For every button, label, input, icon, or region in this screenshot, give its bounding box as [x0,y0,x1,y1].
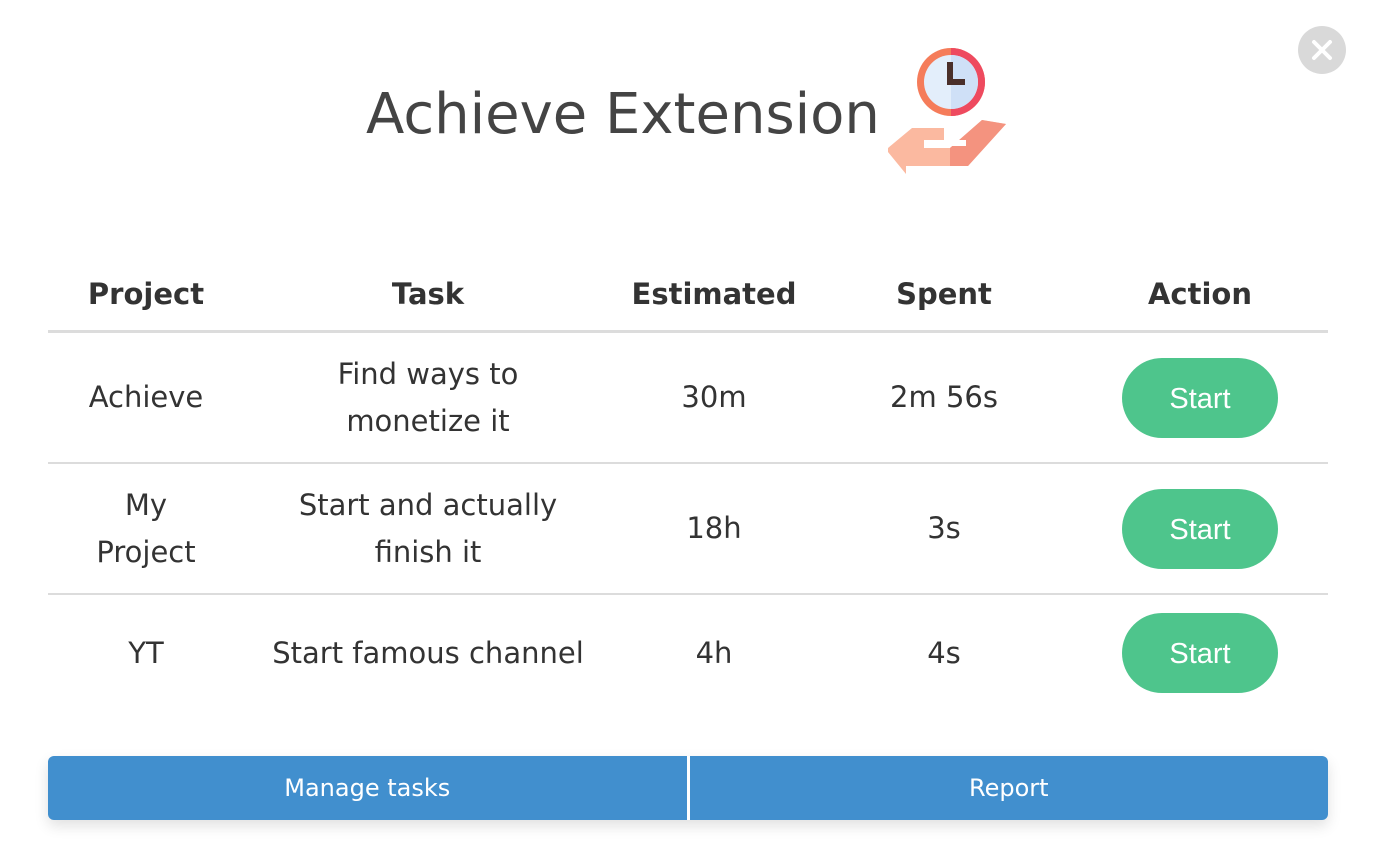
project-text: My Project [96,487,196,569]
header-spent: Spent [816,258,1072,333]
spent-cell: 4s [927,635,961,670]
action-cell: Start [1072,463,1328,595]
tasks-table: Project Task Estimated Spent Action Achi… [48,258,1328,711]
project-cell: My Project [48,463,244,595]
start-button[interactable]: Start [1122,613,1278,693]
table-row: My Project Start and actually finish it … [48,463,1328,595]
task-cell: Start famous channel [272,635,584,670]
project-cell: Achieve [48,331,244,464]
action-cell: Start [1072,331,1328,464]
header-project: Project [48,258,244,333]
action-cell: Start [1072,594,1328,711]
table-header-row: Project Task Estimated Spent Action [48,258,1328,333]
start-button[interactable]: Start [1122,488,1278,569]
table-row: Achieve Find ways to monetize it 30m 2m … [48,331,1328,464]
task-text: Find ways to monetize it [337,356,519,438]
header-estimated: Estimated [612,258,816,333]
task-text: Start and actually finish it [298,487,558,569]
estimated-cell: 30m [612,331,816,464]
task-cell: Start and actually finish it [244,463,612,595]
task-cell: Find ways to monetize it [244,331,612,464]
close-button[interactable] [1298,26,1346,74]
spent-cell: 2m 56s [816,331,1072,464]
estimated-cell: 4h [695,635,733,670]
spent-cell: 3s [816,463,1072,595]
app-title: Achieve Extension [366,82,880,147]
header-action: Action [1072,258,1328,333]
table-row: YT Start famous channel 4h 4s Start [48,594,1328,711]
header-task: Task [244,258,612,333]
manage-tasks-button[interactable]: Manage tasks [48,756,687,820]
close-icon [1312,40,1332,60]
popup-window: Achieve Extension Project Task Estimated… [0,0,1374,850]
estimated-cell: 18h [612,463,816,595]
start-button[interactable]: Start [1122,357,1278,438]
report-button[interactable]: Report [689,756,1328,820]
project-cell: YT [128,635,164,670]
footer-actions: Manage tasks Report [48,756,1328,820]
hand-clock-icon [888,48,1006,174]
